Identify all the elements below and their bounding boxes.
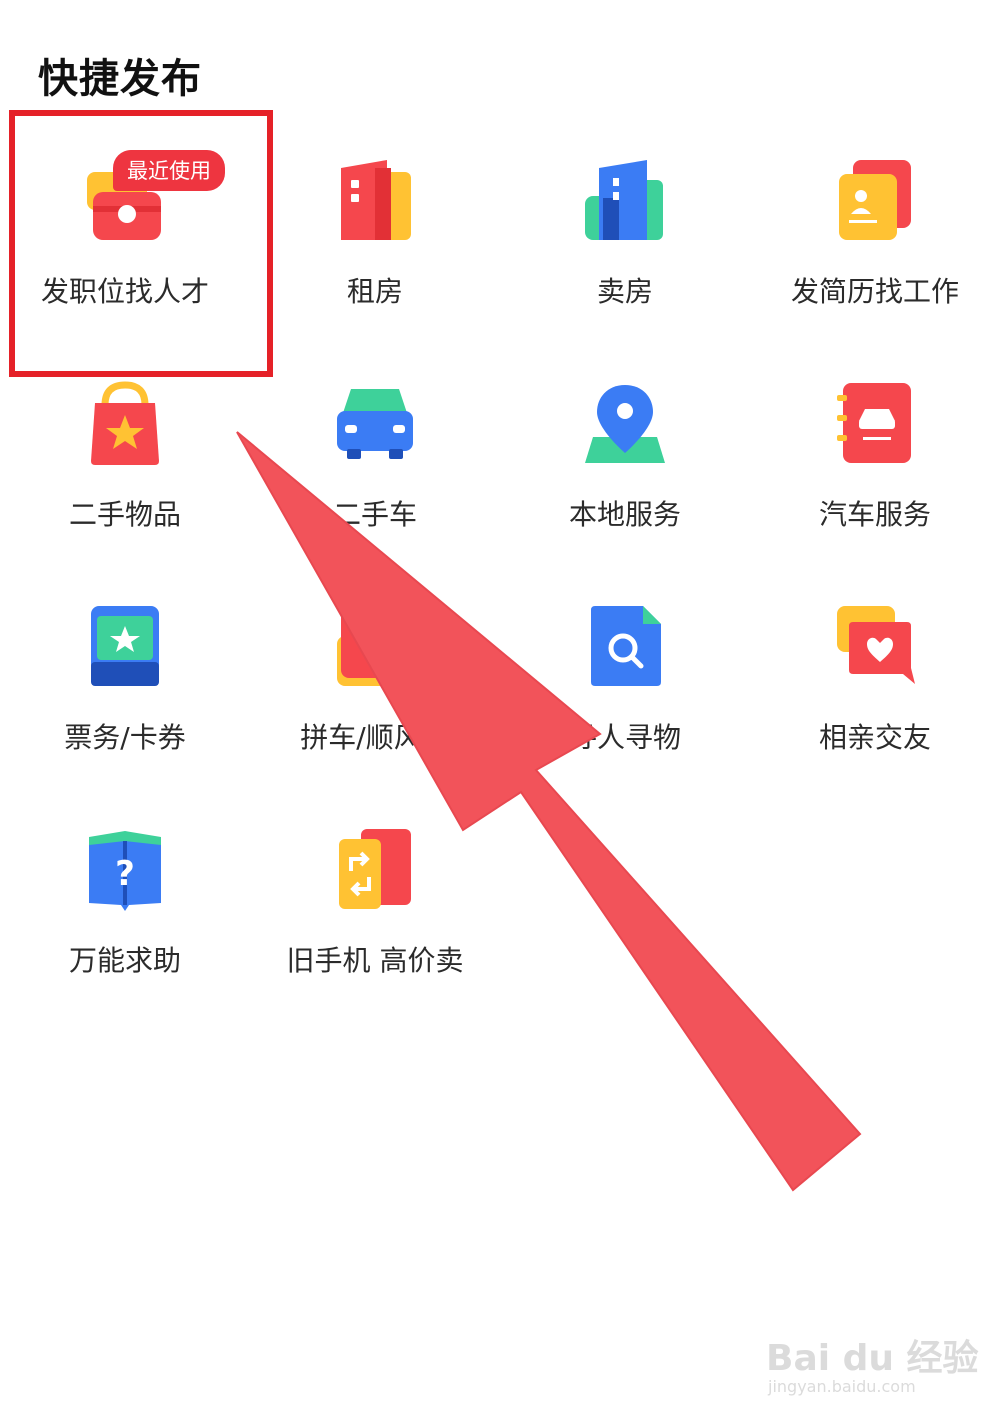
quick-item-label: 寻人寻物 (568, 721, 681, 754)
location-pin-icon (585, 381, 665, 471)
svg-text:?: ? (115, 854, 135, 894)
car-icon (335, 381, 415, 471)
quick-item-dating[interactable]: 相亲交友 (750, 604, 1000, 804)
quick-item-label: 二手物品 (68, 498, 181, 531)
quick-item-tickets[interactable]: 票务/卡券 (0, 604, 250, 804)
quick-item-sell-house[interactable]: 卖房 (500, 158, 750, 358)
watermark-url: jingyan.baidu.com (768, 1377, 916, 1396)
quick-item-resume[interactable]: 发简历找工作 (750, 158, 1000, 358)
quick-item-label: 二手车 (332, 498, 417, 531)
quick-item-help[interactable]: ? 万能求助 (0, 827, 250, 1027)
quick-item-label: 票务/卡券 (64, 721, 186, 754)
quick-item-carpool[interactable]: 拼车/顺风车 (250, 604, 500, 804)
search-document-icon (585, 604, 665, 694)
quick-item-local-service[interactable]: 本地服务 (500, 381, 750, 581)
quick-item-used-car[interactable]: 二手车 (250, 381, 500, 581)
quick-item-second-hand[interactable]: 二手物品 (0, 381, 250, 581)
help-book-icon: ? (85, 827, 165, 917)
carpool-icon (335, 604, 415, 694)
sell-building-icon (585, 158, 665, 248)
shopping-bag-icon (85, 381, 165, 471)
quick-item-label: 万能求助 (68, 944, 181, 977)
chat-heart-icon (835, 604, 915, 694)
quick-item-label: 拼车/顺风车 (300, 721, 450, 754)
phone-trade-icon (335, 827, 415, 917)
quick-item-rent[interactable]: 租房 (250, 158, 500, 358)
quick-item-label: 汽车服务 (818, 498, 931, 531)
quick-item-label: 卖房 (596, 275, 653, 308)
quick-item-label: 旧手机 高价卖 (286, 944, 464, 977)
resume-icon (835, 158, 915, 248)
baidu-watermark: Bai du 经验 jingyan.baidu.com (762, 1315, 979, 1405)
rent-building-icon (335, 158, 415, 248)
quick-item-lost-found[interactable]: 寻人寻物 (500, 604, 750, 804)
quick-item-phone-trade[interactable]: 旧手机 高价卖 (250, 827, 500, 1027)
quick-item-label: 本地服务 (568, 498, 681, 531)
quick-item-label: 租房 (346, 275, 403, 308)
ticket-icon (85, 604, 165, 694)
page-title: 快捷发布 (38, 56, 202, 102)
quick-item-label: 相亲交友 (818, 721, 931, 754)
watermark-brand: Bai du 经验 (766, 1338, 979, 1379)
car-service-book-icon (835, 381, 915, 471)
quick-item-label: 发简历找工作 (790, 275, 959, 308)
recent-used-badge: 最近使用 (113, 150, 225, 191)
quick-item-label: 发职位找人才 (40, 275, 209, 308)
quick-item-car-service[interactable]: 汽车服务 (750, 381, 1000, 581)
